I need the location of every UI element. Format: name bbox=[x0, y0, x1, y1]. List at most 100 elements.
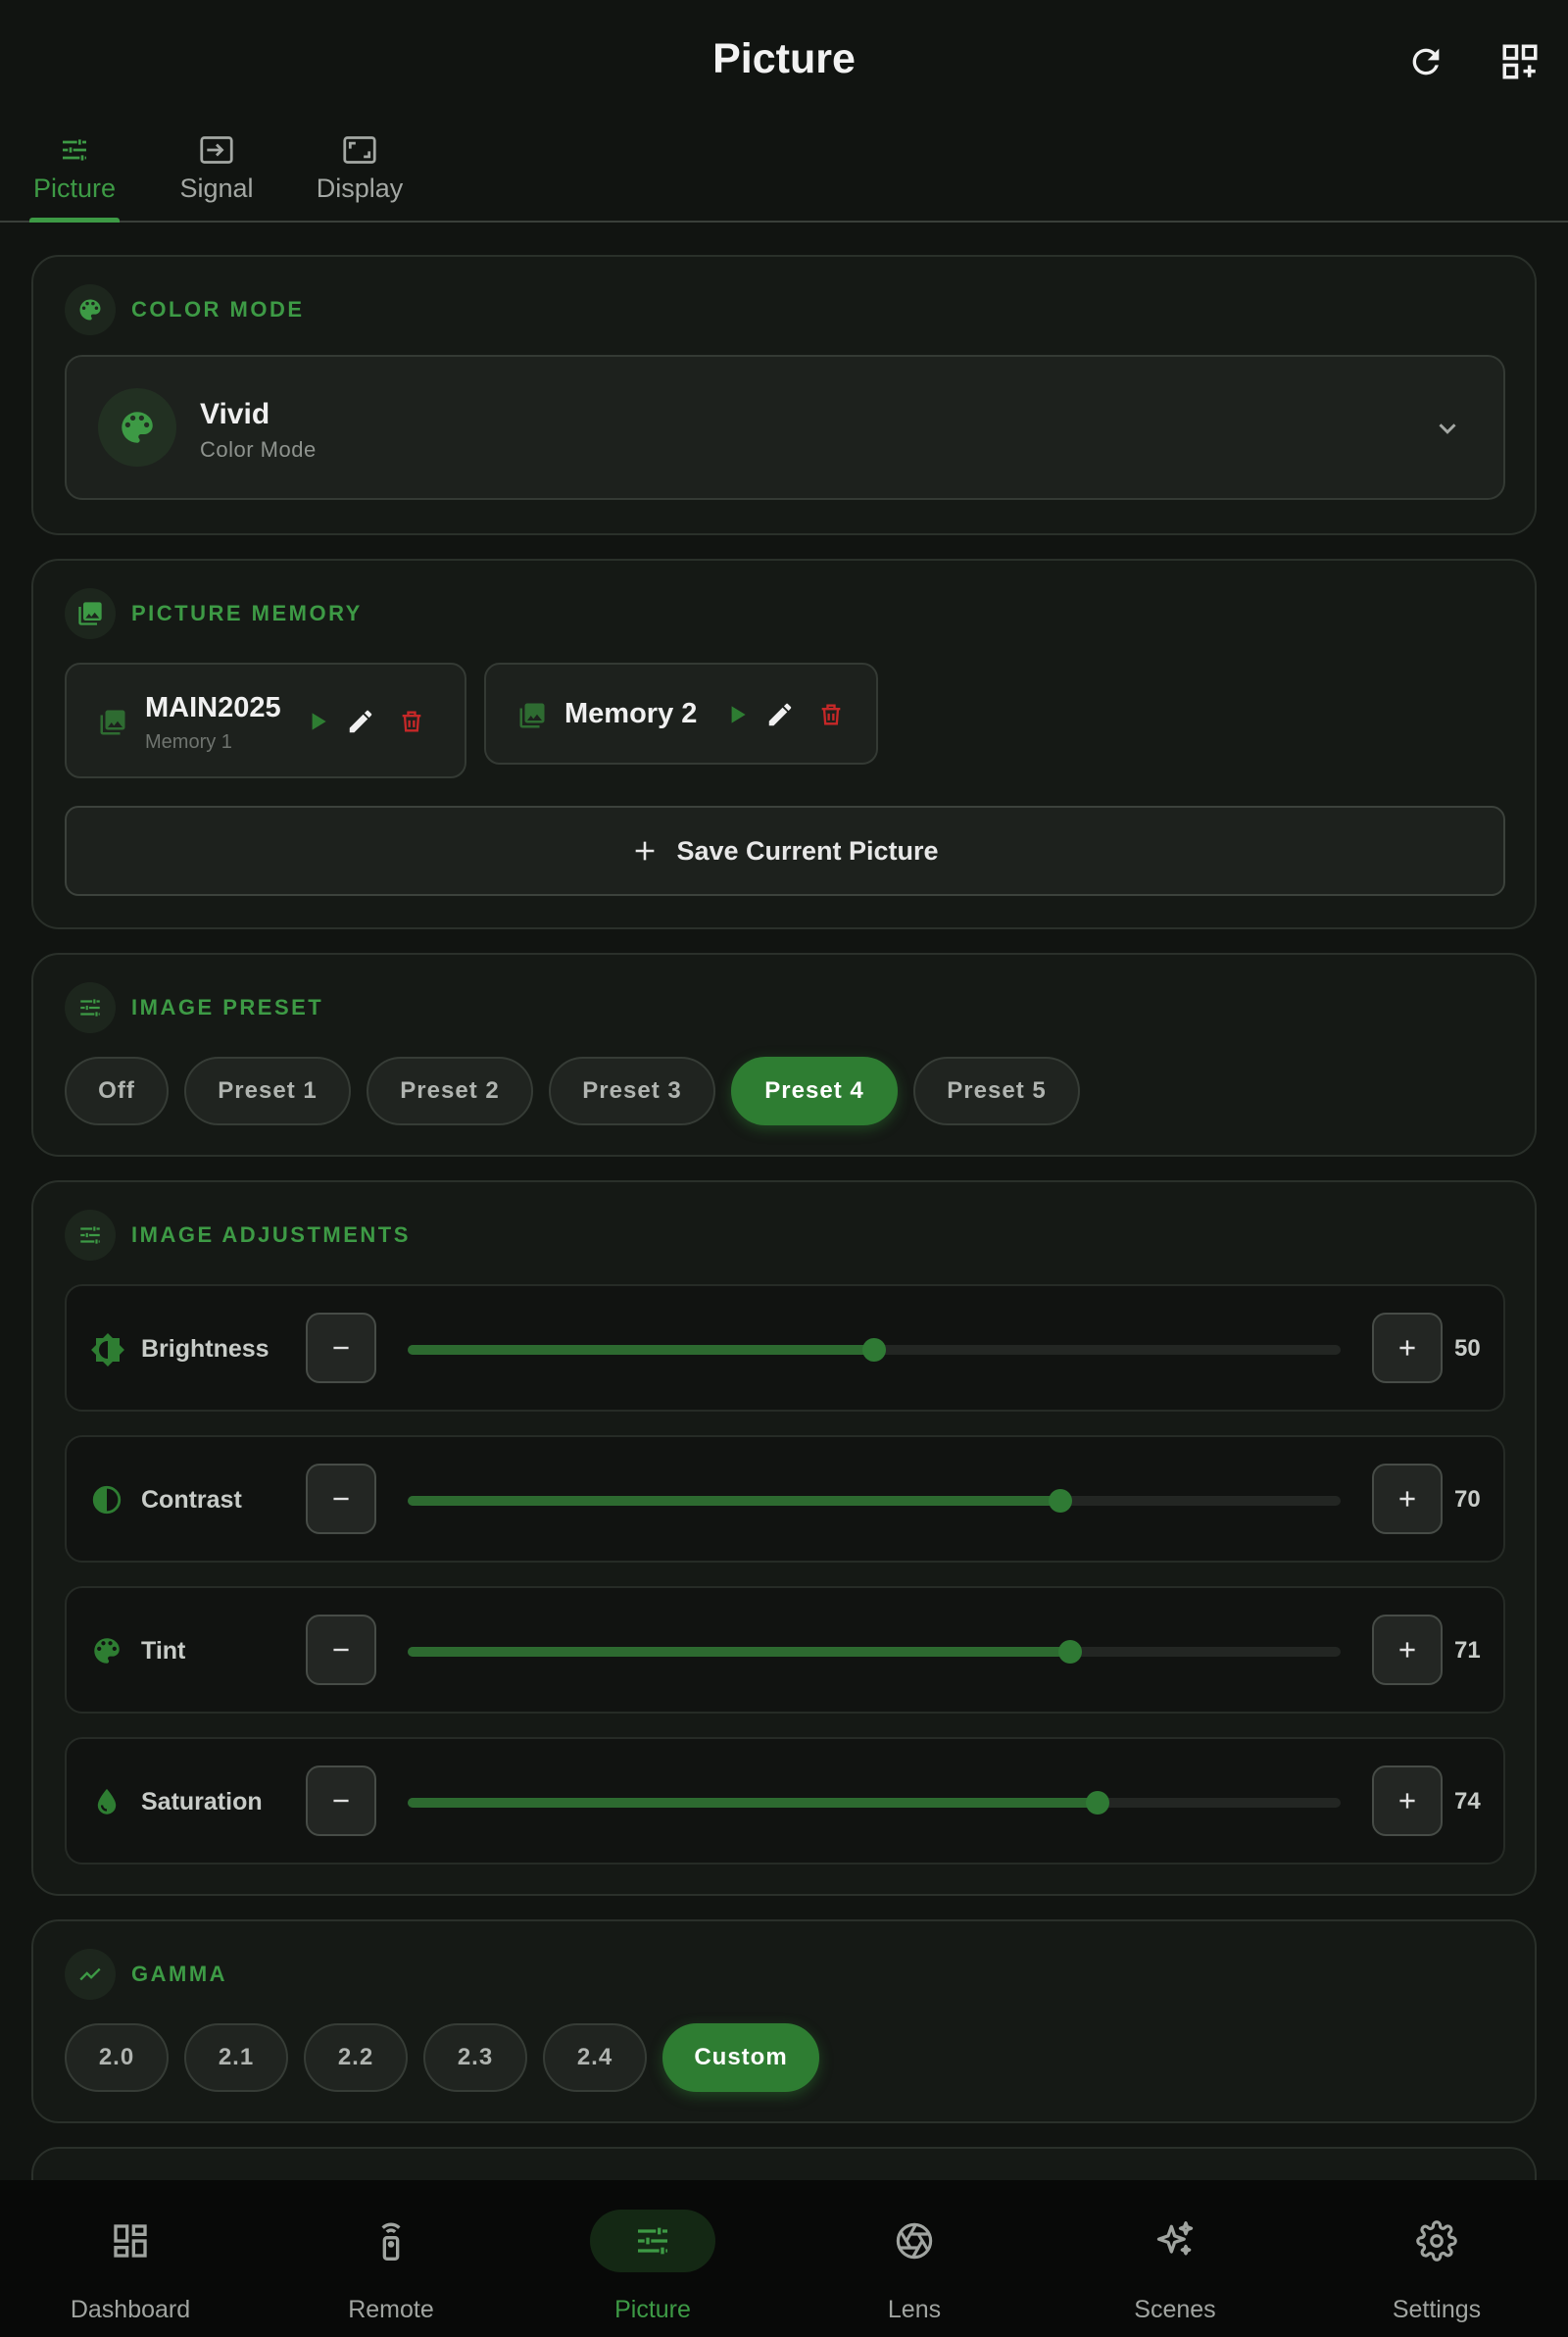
section-title: IMAGE PRESET bbox=[131, 995, 324, 1019]
card-header: IMAGE PRESET bbox=[65, 982, 323, 1033]
memory-chip-2[interactable]: Memory 2 bbox=[484, 663, 878, 765]
delete-memory-button[interactable] bbox=[811, 695, 851, 734]
preset-chip-2[interactable]: Preset 2 bbox=[367, 1057, 533, 1125]
brightness-slider[interactable] bbox=[408, 1338, 1341, 1362]
gamma-chip-2-4[interactable]: 2.4 bbox=[543, 2023, 647, 2092]
sparkle-icon bbox=[1156, 2221, 1194, 2256]
decrease-brightness-button[interactable] bbox=[306, 1313, 376, 1383]
saturation-slider-row: Saturation 74 bbox=[65, 1737, 1505, 1865]
picture-memory-card: PICTURE MEMORY MAIN2025 Memory 1 Memory … bbox=[31, 559, 1537, 929]
increase-brightness-button[interactable] bbox=[1372, 1313, 1443, 1383]
memory-chip-1[interactable]: MAIN2025 Memory 1 bbox=[65, 663, 466, 778]
card-header: GAMMA bbox=[65, 1949, 227, 2000]
tab-display[interactable]: Display bbox=[316, 123, 404, 221]
remote-icon bbox=[381, 2222, 401, 2261]
tint-slider[interactable] bbox=[408, 1640, 1341, 1664]
aperture-icon bbox=[896, 2222, 933, 2260]
tune-icon bbox=[638, 2227, 667, 2255]
play-icon bbox=[312, 713, 326, 730]
saturation-slider[interactable] bbox=[408, 1791, 1341, 1815]
slider-value: 71 bbox=[1454, 1637, 1481, 1664]
nav-picture[interactable]: Picture bbox=[522, 2180, 783, 2337]
trash-icon bbox=[402, 711, 421, 732]
palette-icon bbox=[94, 1638, 120, 1664]
contrast-slider[interactable] bbox=[408, 1489, 1341, 1513]
slider-thumb[interactable] bbox=[1057, 1640, 1082, 1664]
tune-icon bbox=[80, 1226, 100, 1244]
drop-icon bbox=[97, 1788, 117, 1815]
tab-picture[interactable]: Picture bbox=[29, 123, 120, 223]
refresh-icon bbox=[1412, 48, 1440, 75]
plus-icon bbox=[636, 841, 655, 861]
apply-memory-button[interactable] bbox=[717, 695, 757, 734]
card-header: COLOR MODE bbox=[65, 284, 305, 335]
preset-chip-3[interactable]: Preset 3 bbox=[549, 1057, 715, 1125]
slider-value: 50 bbox=[1454, 1335, 1481, 1362]
decrease-saturation-button[interactable] bbox=[306, 1765, 376, 1836]
save-current-picture-button[interactable]: Save Current Picture bbox=[65, 806, 1505, 896]
add-widget-button[interactable] bbox=[1497, 39, 1543, 84]
minus-icon bbox=[333, 1799, 349, 1803]
gamma-chip-2-3[interactable]: 2.3 bbox=[423, 2023, 527, 2092]
pencil-icon bbox=[349, 710, 372, 733]
tab-signal[interactable]: Signal bbox=[178, 123, 255, 221]
preset-chip-off[interactable]: Off bbox=[65, 1057, 169, 1125]
delete-memory-button[interactable] bbox=[392, 702, 431, 741]
nav-scenes[interactable]: Scenes bbox=[1045, 2180, 1305, 2337]
nav-settings[interactable]: Settings bbox=[1306, 2180, 1567, 2337]
palette-icon bbox=[122, 412, 153, 443]
aspect-ratio-icon bbox=[343, 136, 376, 164]
photo-library-icon bbox=[519, 703, 545, 728]
trending-up-icon bbox=[79, 1967, 101, 1981]
card-header: IMAGE ADJUSTMENTS bbox=[65, 1210, 411, 1261]
slider-fill bbox=[408, 1798, 1099, 1808]
minus-icon bbox=[333, 1648, 349, 1652]
slider-thumb[interactable] bbox=[862, 1338, 886, 1362]
decrease-tint-button[interactable] bbox=[306, 1615, 376, 1685]
nav-dashboard[interactable]: Dashboard bbox=[0, 2180, 261, 2337]
increase-tint-button[interactable] bbox=[1372, 1615, 1443, 1685]
image-preset-card: IMAGE PRESET Off Preset 1 Preset 2 Prese… bbox=[31, 953, 1537, 1157]
input-icon bbox=[200, 136, 233, 164]
tune-icon bbox=[63, 139, 86, 161]
gamma-chip-2-0[interactable]: 2.0 bbox=[65, 2023, 169, 2092]
gear-icon bbox=[1416, 2220, 1457, 2262]
tab-bar: Picture Signal Display bbox=[0, 123, 1568, 223]
increase-contrast-button[interactable] bbox=[1372, 1464, 1443, 1534]
nav-lens[interactable]: Lens bbox=[784, 2180, 1045, 2337]
gamma-options: 2.0 2.1 2.2 2.3 2.4 Custom bbox=[65, 2023, 819, 2092]
nav-remote[interactable]: Remote bbox=[261, 2180, 521, 2337]
section-title: COLOR MODE bbox=[131, 297, 305, 322]
preset-chip-5[interactable]: Preset 5 bbox=[913, 1057, 1080, 1125]
color-mode-select[interactable]: Vivid Color Mode bbox=[65, 355, 1505, 500]
gamma-chip-2-1[interactable]: 2.1 bbox=[184, 2023, 288, 2092]
gamma-chip-custom[interactable]: Custom bbox=[662, 2023, 819, 2092]
apply-memory-button[interactable] bbox=[298, 702, 337, 741]
trash-icon bbox=[821, 704, 841, 725]
increase-saturation-button[interactable] bbox=[1372, 1765, 1443, 1836]
edit-memory-button[interactable] bbox=[760, 695, 800, 734]
top-app-bar: Picture bbox=[0, 0, 1568, 123]
slider-thumb[interactable] bbox=[1049, 1489, 1073, 1513]
slider-label: Tint bbox=[141, 1637, 186, 1665]
preset-chip-4[interactable]: Preset 4 bbox=[731, 1057, 898, 1125]
preset-chip-1[interactable]: Preset 1 bbox=[184, 1057, 351, 1125]
plus-icon bbox=[1399, 1642, 1415, 1658]
image-adjustments-card: IMAGE ADJUSTMENTS Brightness 50 Contrast bbox=[31, 1180, 1537, 1896]
slider-label: Saturation bbox=[141, 1788, 263, 1815]
pencil-icon bbox=[768, 703, 792, 726]
slider-fill bbox=[408, 1345, 874, 1355]
slider-label: Brightness bbox=[141, 1335, 270, 1363]
edit-memory-button[interactable] bbox=[341, 702, 380, 741]
palette-icon bbox=[79, 299, 101, 321]
slider-value: 70 bbox=[1454, 1486, 1481, 1513]
gamma-chip-2-2[interactable]: 2.2 bbox=[304, 2023, 408, 2092]
slider-label: Contrast bbox=[141, 1486, 242, 1514]
minus-icon bbox=[333, 1497, 349, 1501]
slider-fill bbox=[408, 1496, 1061, 1506]
refresh-button[interactable] bbox=[1403, 39, 1448, 84]
preset-options: Off Preset 1 Preset 2 Preset 3 Preset 4 … bbox=[65, 1057, 1080, 1125]
slider-thumb[interactable] bbox=[1086, 1791, 1110, 1815]
decrease-contrast-button[interactable] bbox=[306, 1464, 376, 1534]
page-title: Picture bbox=[712, 35, 856, 82]
